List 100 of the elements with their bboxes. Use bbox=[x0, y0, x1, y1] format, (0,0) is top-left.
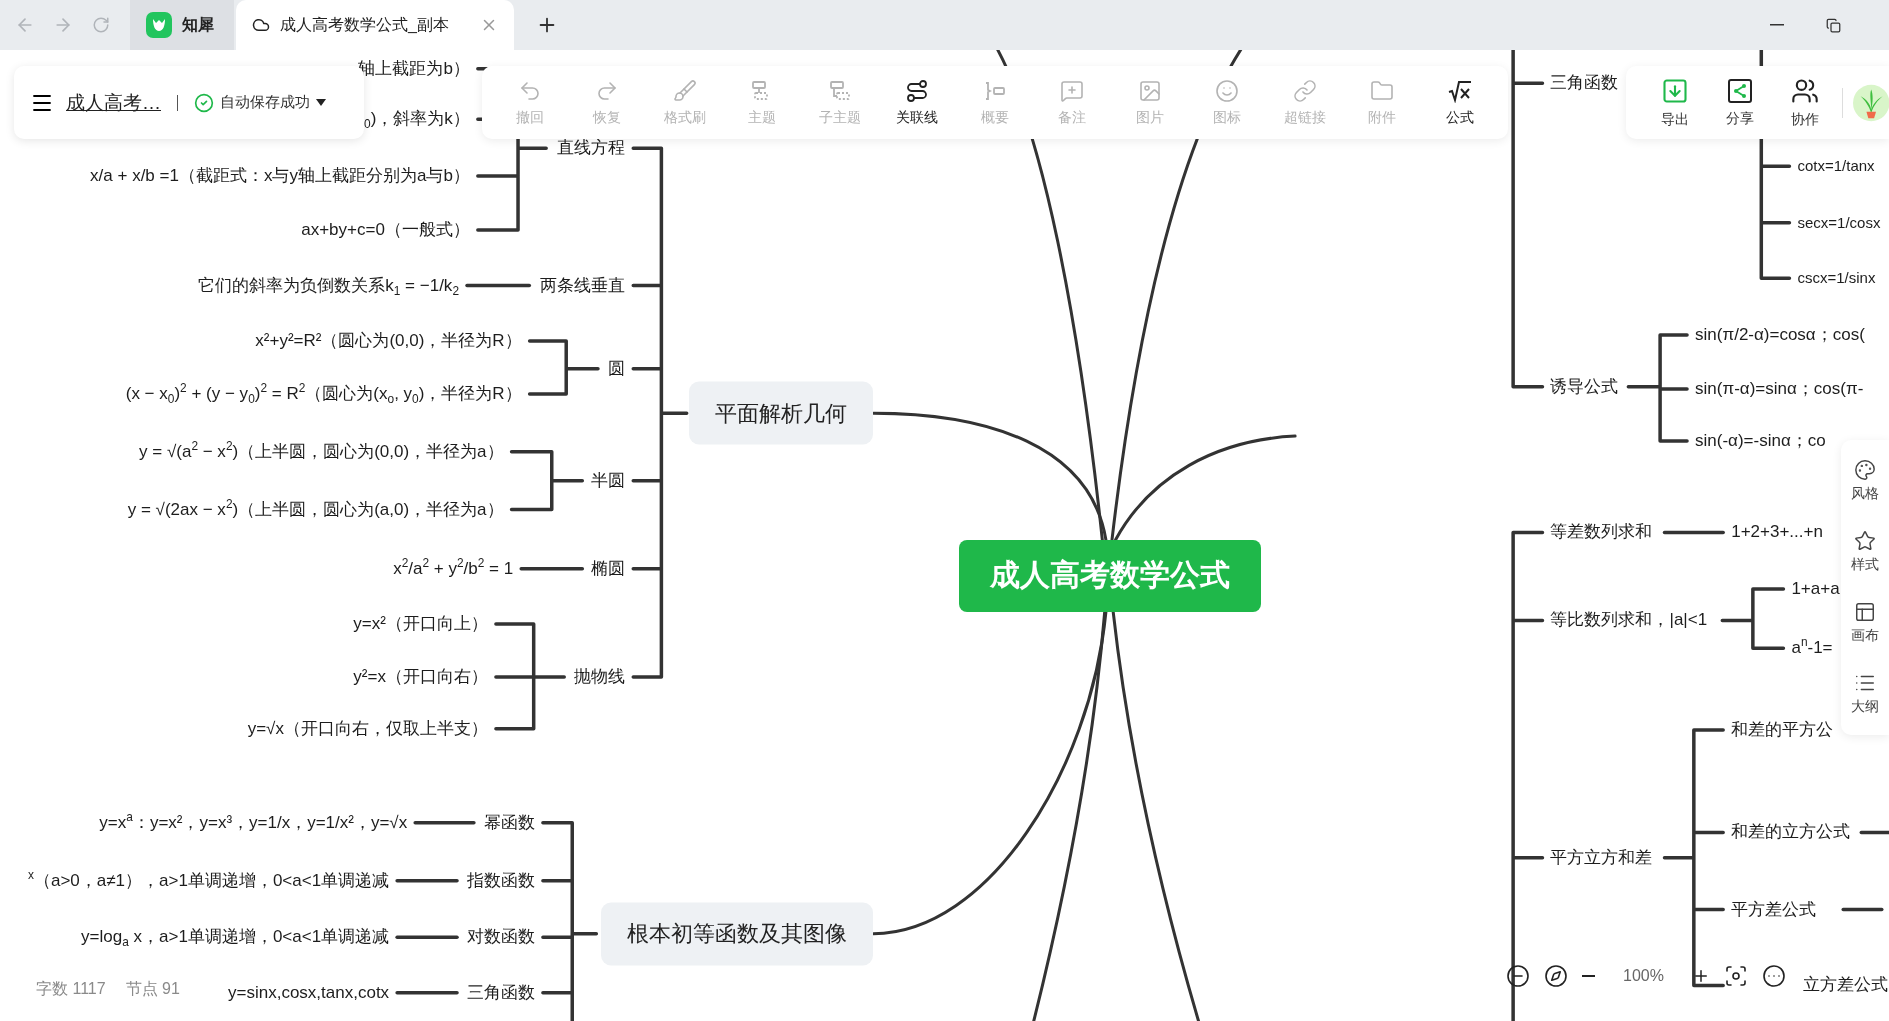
subtopic-label[interactable]: 指数函数 bbox=[466, 869, 535, 892]
node-text: (x − x$_{0}$)$^{2}$ + (y − y$_{0}$)$^{2}$ = R$^{2}$（圆心为(x$_{o}$, y$_{0}$)，半径为R） bbox=[125, 383, 522, 403]
toolbar-button[interactable]: 公式 bbox=[1421, 78, 1499, 127]
subtopic-label[interactable]: 两条线垂直 bbox=[540, 274, 626, 297]
subtopic-label[interactable]: 圆 bbox=[608, 357, 626, 380]
app-logo-icon bbox=[146, 12, 172, 38]
brush-icon bbox=[672, 78, 697, 103]
node-text: sin(π-α)=sinα；cos(π- bbox=[1695, 379, 1864, 399]
save-status-button[interactable]: 自动保存成功 bbox=[194, 92, 326, 113]
circle-minus-icon bbox=[1506, 964, 1530, 988]
connector-line bbox=[1859, 830, 1889, 835]
more-button[interactable] bbox=[1761, 964, 1786, 988]
connector-line bbox=[1720, 587, 1786, 650]
word-count: 字数 1117 bbox=[36, 979, 106, 999]
node-text: $^{x}$（a>0，a≠1），a>1单调递增，0<a<1单调递减 bbox=[28, 870, 390, 890]
toolbar-button[interactable]: 关联线 bbox=[878, 78, 956, 127]
subtopic-label[interactable]: 半圆 bbox=[591, 469, 626, 492]
fit-screen-button[interactable] bbox=[1723, 964, 1748, 988]
browser-tab[interactable]: 成人高考数学公式_副本 bbox=[236, 0, 514, 50]
subtopic-label[interactable]: 诱导公式 bbox=[1550, 375, 1619, 398]
note-icon bbox=[1060, 78, 1085, 103]
node-text: 它们的斜率为负倒数关系k$_{1}$ = −1/k$_{2}$ bbox=[198, 275, 459, 295]
smiley-icon bbox=[1215, 78, 1240, 103]
node-text: y=√x（开口向右，仅取上半支） bbox=[247, 718, 488, 738]
node-text: a$^{n}$-1= bbox=[1791, 638, 1833, 658]
star-icon bbox=[1854, 530, 1876, 553]
image-icon bbox=[1137, 78, 1162, 103]
topic-node[interactable]: 平面解析几何 bbox=[689, 381, 874, 445]
subtopic-label[interactable]: 等比数列求和，|a|<1 bbox=[1550, 609, 1708, 632]
node-text: 和差的立方公式 bbox=[1731, 822, 1851, 842]
node-text: cscx=1/sinx bbox=[1797, 269, 1876, 287]
node-text: 1+a+a bbox=[1791, 579, 1840, 599]
node-text: y=log$_{a}$ x，a>1单调递增，0<a<1单调递减 bbox=[81, 927, 390, 947]
node-count: 节点 91 bbox=[125, 979, 180, 999]
tab-label: 成人高考数学公式_副本 bbox=[280, 14, 449, 35]
node-text: x/a + x/b =1（截距式：x与y轴上截距分别为a与b） bbox=[90, 165, 470, 185]
subtopic-label[interactable]: 三角函数 bbox=[466, 981, 535, 1004]
fit-screen-icon bbox=[1723, 964, 1748, 988]
node-text: 和差的平方公 bbox=[1731, 720, 1834, 740]
subtopic-label[interactable]: 幂函数 bbox=[483, 811, 535, 834]
caret-icon bbox=[316, 98, 326, 107]
node-text: ax+by+c=0（一般式） bbox=[301, 220, 470, 240]
node-text: $_{0}$)，斜率为k） bbox=[364, 109, 470, 129]
node-text: y²=x（开口向右） bbox=[353, 667, 488, 687]
restore-icon bbox=[1825, 17, 1841, 33]
minus-icon bbox=[1582, 975, 1595, 977]
browser-tab[interactable]: 知犀 bbox=[130, 0, 234, 50]
more-icon bbox=[1761, 964, 1786, 988]
node-text: y=x²（开口向上） bbox=[353, 614, 488, 634]
minimize-icon bbox=[1770, 24, 1784, 26]
subtopic-label[interactable]: 抛物线 bbox=[574, 666, 626, 689]
node-text: secx=1/cosx bbox=[1797, 213, 1881, 231]
node-text: sin(π/2-α)=cosα；cos( bbox=[1695, 324, 1865, 344]
connector-line bbox=[395, 990, 459, 995]
connector-line bbox=[465, 283, 532, 288]
subtopic-label[interactable]: 对数函数 bbox=[466, 926, 535, 949]
file-title-link[interactable]: 成人高考… bbox=[66, 89, 161, 116]
connector-line bbox=[395, 935, 459, 939]
reload-icon bbox=[92, 16, 110, 34]
node-text: y=sinx,cosx,tanx,cotx bbox=[228, 982, 390, 1002]
avatar-icon[interactable] bbox=[1852, 83, 1889, 122]
node-text: 立方差公式 bbox=[1803, 975, 1889, 995]
node-text: sin(-α)=-sinα；co bbox=[1695, 430, 1826, 450]
node-text: y = √(a$^{2}$ − x$^{2}$)（上半圆，圆心为(0,0)，半径为a） bbox=[139, 441, 504, 461]
download-icon bbox=[1660, 76, 1689, 105]
subtopic-label[interactable]: 椭圆 bbox=[591, 557, 626, 580]
collapse-button[interactable] bbox=[1506, 964, 1530, 988]
route-icon bbox=[905, 78, 930, 103]
share-icon bbox=[1726, 77, 1753, 104]
connector-line bbox=[1841, 907, 1884, 912]
connector-line bbox=[519, 566, 585, 571]
locate-button[interactable] bbox=[1544, 964, 1568, 988]
node-text: y=x$^{a}$：y=x²，y=x³，y=1/x，y=1/x²，y=√x bbox=[99, 812, 408, 832]
node-text: x²+y²=R²（圆心为(0,0)，半径为R） bbox=[255, 330, 522, 350]
check-icon bbox=[194, 92, 214, 113]
users-icon bbox=[1791, 76, 1819, 105]
node-text: 1+2+3+...+n bbox=[1731, 522, 1823, 542]
folder-icon bbox=[1370, 78, 1395, 103]
share-panel-button[interactable]: 协作 bbox=[1772, 76, 1838, 129]
share-panel-button[interactable]: 分享 bbox=[1707, 77, 1773, 128]
tab-label: 知犀 bbox=[182, 14, 214, 35]
link-icon bbox=[1292, 78, 1317, 103]
subtopic-label[interactable]: 直线方程 bbox=[557, 137, 626, 160]
side-panel-button[interactable]: 画布 bbox=[1851, 600, 1879, 645]
topic-node[interactable]: 根本初等函数及其图像 bbox=[601, 902, 874, 966]
side-panel-button[interactable]: 风格 bbox=[1851, 459, 1879, 504]
subtopic-icon bbox=[827, 78, 852, 103]
node-text: y = √(2ax − x$^{2}$)（上半圆，圆心为(a,0)，半径为a） bbox=[127, 499, 504, 519]
side-panel-button[interactable]: 大纲 bbox=[1851, 671, 1879, 716]
node-text: cotx=1/tanx bbox=[1797, 157, 1875, 175]
zoom-level: 100% bbox=[1623, 967, 1664, 985]
palette-icon bbox=[1854, 459, 1876, 482]
subtopic-label[interactable]: 等差数列求和 bbox=[1550, 521, 1653, 544]
formula-icon bbox=[1447, 78, 1472, 103]
subtopic-label[interactable]: 平方立方和差 bbox=[1550, 846, 1653, 869]
share-panel-button[interactable]: 导出 bbox=[1642, 76, 1708, 129]
connector-line bbox=[1662, 530, 1725, 535]
subtopic-label[interactable]: 三角函数 bbox=[1550, 72, 1619, 95]
side-panel-button[interactable]: 样式 bbox=[1851, 530, 1879, 575]
compass-icon bbox=[1544, 964, 1568, 988]
